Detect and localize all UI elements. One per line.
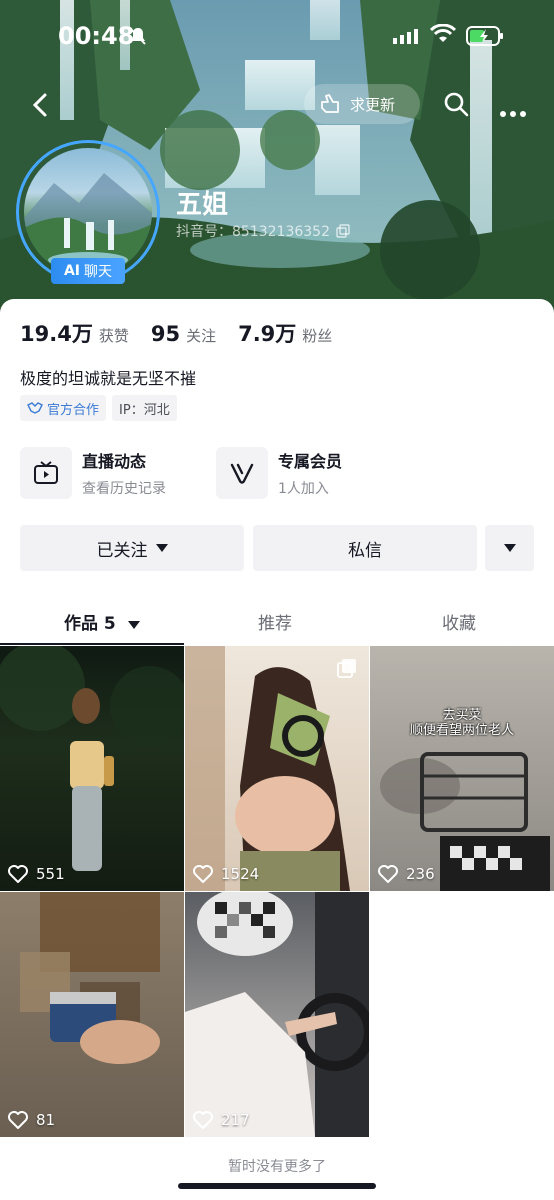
stat-label: 粉丝 xyxy=(302,327,333,345)
tab-works[interactable]: 作品 5 xyxy=(64,609,140,634)
heart-icon xyxy=(8,1111,28,1129)
handshake-icon xyxy=(27,402,43,414)
post-tile[interactable]: 217 xyxy=(185,892,369,1137)
post-caption: 去买菜 顺便看望两位老人 xyxy=(370,708,554,738)
request-update-label: 求更新 xyxy=(350,95,396,114)
heart-icon xyxy=(378,865,398,883)
post-likes-count: 1524 xyxy=(221,865,260,883)
tv-icon xyxy=(20,447,72,499)
stat-number: 95 xyxy=(150,322,181,346)
search-icon xyxy=(444,92,469,117)
more-button[interactable] xyxy=(500,102,526,121)
no-more-content-note: 暂时没有更多了 xyxy=(228,1159,326,1175)
post-likes: 236 xyxy=(378,865,435,883)
account-id-text: 抖音号：85132136352 xyxy=(176,224,330,240)
post-tile[interactable]: 1524 xyxy=(185,646,369,891)
post-likes-count: 551 xyxy=(36,865,65,883)
stat-number: 7.9万 xyxy=(238,322,297,346)
post-likes-count: 236 xyxy=(406,865,435,883)
tab-favorites[interactable]: 收藏 xyxy=(442,609,476,634)
message-button[interactable]: 私信 xyxy=(253,525,477,571)
stat-number: 19.4万 xyxy=(20,322,93,346)
battery-icon xyxy=(466,26,504,50)
feature-subtitle: 1人加入 xyxy=(278,481,329,497)
post-likes-count: 81 xyxy=(36,1111,56,1129)
post-likes: 217 xyxy=(193,1111,250,1129)
post-caption-line: 去买菜 xyxy=(442,708,482,723)
status-time: 00:48 xyxy=(58,22,135,50)
post-tile[interactable]: 去买菜 顺便看望两位老人 236 xyxy=(370,646,554,891)
feature-title: 直播动态 xyxy=(82,452,147,471)
stat-followers[interactable]: 7.9万 粉丝 xyxy=(238,318,332,348)
bio: 极度的坦诚就是无坚不摧 xyxy=(20,369,197,388)
stat-label: 获赞 xyxy=(98,327,129,345)
feature-subtitle: 查看历史记录 xyxy=(82,481,166,497)
account-id: 抖音号：85132136352 xyxy=(176,221,350,241)
active-tab-indicator xyxy=(0,643,184,645)
post-caption-line: 顺便看望两位老人 xyxy=(409,723,514,738)
tab-works-label: 作品 5 xyxy=(64,614,116,634)
nickname: 五姐 xyxy=(176,190,229,220)
chevron-left-icon xyxy=(32,93,47,117)
stat-likes[interactable]: 19.4万 获赞 xyxy=(20,318,129,348)
ip-location-label: IP：河北 xyxy=(119,402,170,418)
post-thumbnail xyxy=(380,752,550,891)
tags-row: 官方合作 IP：河北 xyxy=(20,395,183,421)
point-hand-icon xyxy=(321,94,339,113)
caret-down-icon xyxy=(503,544,516,552)
search-button[interactable] xyxy=(442,90,470,122)
ai-badge-sub: 聊天 xyxy=(84,264,113,280)
message-label: 私信 xyxy=(348,540,382,561)
heart-icon xyxy=(193,1111,213,1129)
v-icon xyxy=(216,447,268,499)
post-thumbnail xyxy=(0,646,184,871)
following-label: 已关注 xyxy=(96,540,148,561)
post-thumbnail xyxy=(185,646,350,891)
caret-down-icon xyxy=(127,621,140,629)
ai-chat-badge[interactable]: AI 聊天 xyxy=(51,258,125,284)
stats-row: 19.4万 获赞 95 关注 7.9万 粉丝 xyxy=(20,318,354,348)
more-dots-icon xyxy=(500,111,526,117)
live-history-entry[interactable]: 直播动态 查看历史记录 xyxy=(20,447,166,499)
profile-card: 19.4万 获赞 95 关注 7.9万 粉丝 极度的坦诚就是无坚不摧 官方合作 … xyxy=(0,299,554,1200)
following-button[interactable]: 已关注 xyxy=(20,525,244,571)
ip-location-tag: IP：河北 xyxy=(112,395,177,421)
status-bar: 00:48 xyxy=(0,0,554,72)
official-partner-label: 官方合作 xyxy=(47,402,100,418)
wifi-icon xyxy=(429,23,457,48)
post-thumbnail xyxy=(20,892,160,1064)
profile-tabs: 作品 5 推荐 收藏 xyxy=(0,599,554,645)
heart-icon xyxy=(193,865,213,883)
feature-title: 专属会员 xyxy=(278,452,343,471)
copy-icon[interactable] xyxy=(336,224,350,238)
stat-label: 关注 xyxy=(186,327,217,345)
back-button[interactable] xyxy=(26,90,56,120)
post-thumbnail xyxy=(185,892,369,1137)
caret-down-icon xyxy=(155,544,168,552)
multi-image-icon xyxy=(337,658,357,682)
home-indicator[interactable] xyxy=(178,1183,376,1189)
post-likes: 551 xyxy=(8,865,65,883)
post-tile[interactable]: 81 xyxy=(0,892,184,1137)
mute-bell-icon xyxy=(128,26,148,50)
official-partner-tag[interactable]: 官方合作 xyxy=(20,395,107,421)
heart-icon xyxy=(8,865,28,883)
tab-recommend[interactable]: 推荐 xyxy=(258,609,292,634)
avatar-image xyxy=(24,148,152,276)
post-tile[interactable]: 551 xyxy=(0,646,184,891)
stat-following[interactable]: 95 关注 xyxy=(151,322,216,346)
request-update-button[interactable]: 求更新 xyxy=(304,84,420,124)
more-actions-button[interactable] xyxy=(485,525,534,571)
post-likes-count: 217 xyxy=(221,1111,250,1129)
signal-icon xyxy=(393,28,421,48)
post-likes: 81 xyxy=(8,1111,55,1129)
ai-badge-label: AI xyxy=(63,263,81,279)
membership-entry[interactable]: 专属会员 1人加入 xyxy=(216,447,342,499)
post-likes: 1524 xyxy=(193,865,259,883)
